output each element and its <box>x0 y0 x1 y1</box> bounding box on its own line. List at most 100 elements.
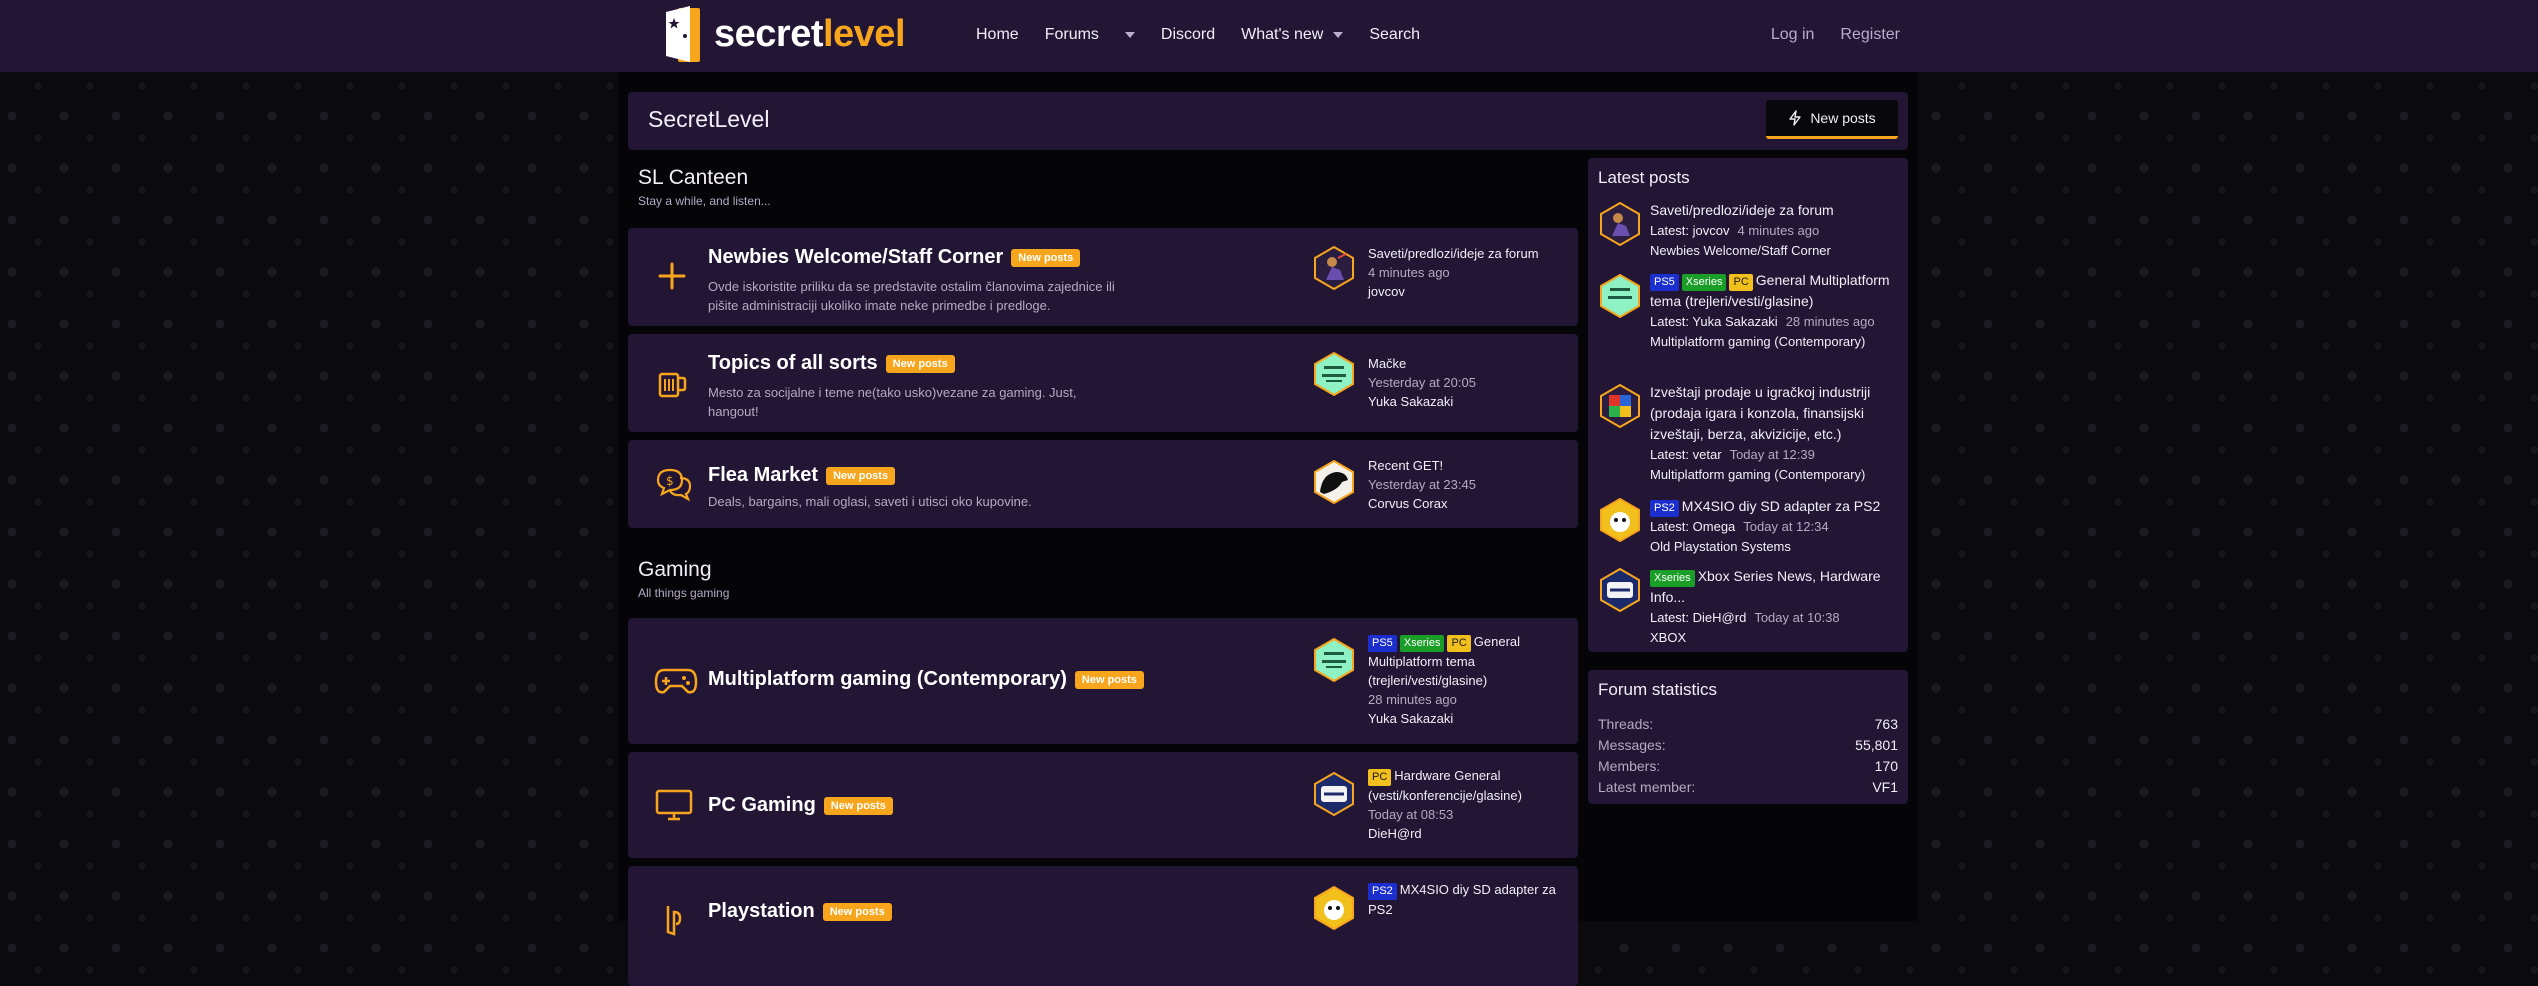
latest-post-user[interactable]: Yuka Sakazaki <box>1692 314 1777 329</box>
new-posts-badge: New posts <box>822 902 892 921</box>
prefix-ps5[interactable]: PS5 <box>1368 635 1397 652</box>
prefix-ps5[interactable]: PS5 <box>1650 274 1679 291</box>
avatar[interactable] <box>1598 497 1642 543</box>
stat-label: Latest member: <box>1598 779 1696 795</box>
latest-post-user[interactable]: DieH@rd <box>1693 610 1747 625</box>
category-description: All things gaming <box>638 586 730 600</box>
category-title[interactable]: Gaming <box>638 558 729 582</box>
gamepad-icon <box>654 664 698 700</box>
last-post-date[interactable]: Today at 08:53 <box>1368 805 1568 824</box>
latest-post-title[interactable]: Saveti/predlozi/ideje za forum <box>1650 200 1900 221</box>
node-title[interactable]: Flea Market <box>708 464 818 487</box>
prefix-xseries[interactable]: Xseries <box>1681 274 1727 291</box>
node-title[interactable]: Multiplatform gaming (Contemporary) <box>708 668 1067 691</box>
nav-home[interactable]: Home <box>976 26 1019 44</box>
register-link[interactable]: Register <box>1840 26 1900 44</box>
latest-label: Latest: <box>1650 519 1690 534</box>
last-post-user[interactable]: Yuka Sakazaki <box>1368 709 1568 728</box>
latest-post-forum[interactable]: Newbies Welcome/Staff Corner <box>1650 241 1900 260</box>
latest-post-title[interactable]: Izveštaji prodaje u igračkoj industriji … <box>1650 382 1900 445</box>
whats-new-dropdown-icon[interactable] <box>1333 32 1344 38</box>
latest-post-date[interactable]: 28 minutes ago <box>1786 314 1875 329</box>
site-logo[interactable]: secretlevel <box>662 2 906 66</box>
avatar[interactable] <box>1598 273 1642 319</box>
avatar[interactable] <box>1312 245 1356 291</box>
page-container: secretlevel Home Forums Discord What's n… <box>618 0 1918 986</box>
last-post-user[interactable]: jovcov <box>1368 282 1568 301</box>
new-posts-badge: New posts <box>823 796 893 815</box>
last-post-user[interactable]: DieH@rd <box>1368 824 1568 843</box>
latest-post-title[interactable]: Xseries Xbox Series News, Hardware Info..… <box>1650 566 1900 608</box>
latest-post-user[interactable]: jovcov <box>1693 223 1730 238</box>
avatar[interactable] <box>1312 351 1356 397</box>
stat-row: Latest member: VF1 <box>1598 779 1898 795</box>
latest-post-user[interactable]: Omega <box>1693 519 1736 534</box>
avatar[interactable] <box>1312 459 1356 505</box>
prefix-ps2[interactable]: PS2 <box>1650 500 1679 517</box>
new-posts-badge: New posts <box>1011 248 1081 267</box>
latest-post-forum[interactable]: Old Playstation Systems <box>1650 537 1900 556</box>
avatar[interactable] <box>1598 201 1642 247</box>
forums-dropdown-icon[interactable] <box>1124 32 1135 38</box>
login-link[interactable]: Log in <box>1771 26 1815 44</box>
last-post-user[interactable]: Corvus Corax <box>1368 494 1568 513</box>
latest-post-forum[interactable]: Multiplatform gaming (Contemporary) <box>1650 465 1900 484</box>
last-post-title[interactable]: Recent GET! <box>1368 456 1568 475</box>
last-post-title-text[interactable]: Hardware General (vesti/konferencije/gla… <box>1368 768 1522 803</box>
last-post-user[interactable]: Yuka Sakazaki <box>1368 392 1568 411</box>
last-post-date[interactable]: 28 minutes ago <box>1368 690 1568 709</box>
latest-post-date[interactable]: Today at 10:38 <box>1754 610 1839 625</box>
prefix-pc[interactable]: PC <box>1368 769 1392 786</box>
forum-node: Newbies Welcome/Staff Corner New posts O… <box>628 228 1578 326</box>
last-post-title[interactable]: PS5 Xseries PC General Multiplatform tema (… <box>1368 632 1568 690</box>
node-title[interactable]: PC Gaming <box>708 794 816 817</box>
nav-search[interactable]: Search <box>1369 26 1420 44</box>
avatar[interactable] <box>1312 885 1356 931</box>
nav-whats-new[interactable]: What's new <box>1241 26 1344 44</box>
nav-forums-label: Forums <box>1044 26 1099 43</box>
last-post-title[interactable]: PS2 MX4SIO diy SD adapter za PS2 <box>1368 880 1568 919</box>
nav-discord[interactable]: Discord <box>1161 26 1215 44</box>
latest-posts-title[interactable]: Latest posts <box>1598 168 1690 188</box>
category-header: SL Canteen Stay a while, and listen... <box>638 166 771 208</box>
latest-post-forum[interactable]: Multiplatform gaming (Contemporary) <box>1650 332 1900 351</box>
last-post-title[interactable]: Saveti/predlozi/ideje za forum <box>1368 244 1568 263</box>
latest-post-date[interactable]: Today at 12:34 <box>1743 519 1828 534</box>
avatar[interactable] <box>1312 637 1356 683</box>
latest-member-link[interactable]: VF1 <box>1872 779 1898 795</box>
latest-post-meta: Latest: DieH@rd Today at 10:38 <box>1650 608 1900 628</box>
node-main: Newbies Welcome/Staff Corner New posts O… <box>708 246 1128 315</box>
latest-post-date[interactable]: Today at 12:39 <box>1730 447 1815 462</box>
avatar[interactable] <box>1598 567 1642 613</box>
node-title[interactable]: Playstation <box>708 900 815 923</box>
latest-post-title-text[interactable]: MX4SIO diy SD adapter za PS2 <box>1682 498 1880 514</box>
nav-forums[interactable]: Forums <box>1045 26 1135 44</box>
latest-post-forum[interactable]: XBOX <box>1650 628 1900 647</box>
playstation-icon <box>654 902 694 938</box>
prefix-ps2[interactable]: PS2 <box>1368 883 1397 900</box>
node-title[interactable]: Topics of all sorts <box>708 352 878 375</box>
node-title[interactable]: Newbies Welcome/Staff Corner <box>708 246 1003 269</box>
last-post-date[interactable]: Yesterday at 20:05 <box>1368 373 1568 392</box>
latest-post-user[interactable]: vetar <box>1693 447 1722 462</box>
avatar[interactable] <box>1598 383 1642 429</box>
last-post-title[interactable]: Mačke <box>1368 354 1568 373</box>
last-post-date[interactable]: Yesterday at 23:45 <box>1368 475 1568 494</box>
category-title[interactable]: SL Canteen <box>638 166 771 190</box>
prefix-xseries[interactable]: Xseries <box>1650 570 1695 587</box>
new-posts-button[interactable]: New posts <box>1766 100 1898 139</box>
latest-post-title[interactable]: PS5 Xseries PC General Multiplatform tema (… <box>1650 270 1900 312</box>
prefix-pc[interactable]: PC <box>1447 635 1471 652</box>
last-post-date[interactable]: 4 minutes ago <box>1368 263 1568 282</box>
avatar[interactable] <box>1312 771 1356 817</box>
forum-statistics-title[interactable]: Forum statistics <box>1598 680 1717 700</box>
prefix-pc[interactable]: PC <box>1729 274 1753 291</box>
auth-links: Log in Register <box>1745 0 1900 70</box>
new-posts-badge: New posts <box>1074 670 1144 689</box>
latest-post-meta: Latest: Yuka Sakazaki 28 minutes ago <box>1650 312 1900 332</box>
latest-post-title[interactable]: PS2 MX4SIO diy SD adapter za PS2 <box>1650 496 1900 517</box>
prefix-xseries[interactable]: Xseries <box>1399 635 1445 652</box>
node-main: Playstation New posts <box>708 900 892 923</box>
last-post-title[interactable]: PC Hardware General (vesti/konferencije/g… <box>1368 766 1568 805</box>
latest-post-date[interactable]: 4 minutes ago <box>1738 223 1820 238</box>
